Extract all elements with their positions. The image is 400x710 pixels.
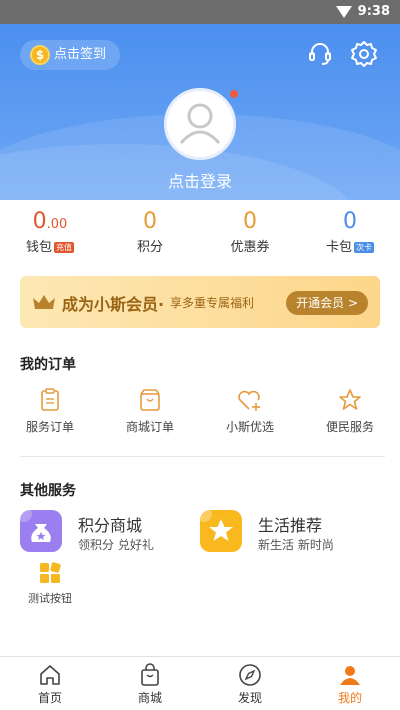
points-mall-desc: 领积分 兑好礼	[78, 538, 154, 552]
cards-label: 卡包	[325, 240, 352, 255]
test-button-label: 测试按钮	[28, 592, 72, 605]
grid-blocks-icon	[40, 562, 61, 583]
coin-icon: $	[30, 45, 50, 65]
tab-home-label: 首页	[37, 691, 62, 705]
xiaosi-select-item[interactable]: 小斯优选	[200, 388, 300, 438]
points-mall-service[interactable]: 积分商城 领积分 兑好礼	[16, 506, 190, 556]
convenience-service-label: 便民服务	[325, 420, 374, 434]
avatar[interactable]	[164, 88, 236, 160]
coupons-label: 优惠券	[230, 240, 270, 255]
life-recommend-name: 生活推荐	[258, 516, 323, 535]
heart-plus-icon	[238, 390, 260, 411]
service-order-icon	[41, 388, 59, 411]
star-outline-icon	[339, 389, 361, 410]
tab-mine[interactable]: 我的	[300, 657, 400, 710]
wallet-label: 钱包	[25, 240, 52, 255]
mall-orders-item[interactable]: 商城订单	[100, 388, 200, 438]
orders-section-title: 我的订单	[20, 357, 76, 373]
home-icon	[40, 665, 60, 685]
settings-gear-icon[interactable]	[350, 40, 378, 68]
tab-mall[interactable]: 商城	[100, 657, 200, 710]
tab-mall-label: 商城	[137, 691, 162, 705]
convenience-service-item[interactable]: 便民服务	[300, 388, 400, 438]
orders-grid: 服务订单 商城订单 小斯优选 便民服务	[0, 388, 400, 438]
services-section-title: 其他服务	[20, 483, 76, 499]
notification-dot	[230, 90, 238, 98]
open-membership-button[interactable]: 开通会员 >	[286, 291, 368, 315]
user-placeholder-icon	[179, 103, 221, 145]
membership-subtitle: 享多重专属福利	[170, 296, 255, 310]
person-icon	[340, 666, 360, 685]
stat-wallet[interactable]: 0.00 钱包 充值	[0, 200, 100, 262]
points-value: 0	[143, 209, 157, 234]
checkin-button[interactable]: $ 点击签到	[20, 40, 121, 70]
wallet-value: 0.00	[32, 209, 68, 234]
cards-value: 0	[343, 209, 357, 234]
recharge-badge[interactable]: 充值	[54, 242, 74, 253]
service-orders-label: 服务订单	[25, 420, 74, 434]
coupons-value: 0	[243, 209, 257, 234]
profile-header: $ 点击签到 点击登录	[0, 24, 400, 200]
membership-banner[interactable]: 成为小斯会员· 享多重专属福利 开通会员 >	[20, 276, 380, 328]
shopping-bag-icon	[141, 663, 159, 686]
mall-order-icon	[140, 389, 160, 411]
section-divider	[20, 456, 385, 457]
compass-icon	[239, 664, 261, 686]
wifi-icon	[336, 6, 352, 18]
status-time: 9:38	[357, 4, 390, 19]
test-button[interactable]: 测试按钮	[20, 562, 80, 606]
xiaosi-select-label: 小斯优选	[225, 420, 274, 434]
tab-mine-label: 我的	[337, 691, 362, 705]
times-card-badge: 次卡	[354, 242, 374, 253]
crown-icon	[33, 295, 55, 309]
customer-service-icon[interactable]	[306, 40, 334, 68]
life-recommend-service[interactable]: 生活推荐 新生活 新时尚	[196, 506, 380, 556]
status-bar: 9:38	[0, 0, 400, 24]
login-link[interactable]: 点击登录	[0, 168, 400, 192]
money-bag-icon	[16, 506, 62, 552]
points-mall-name: 积分商城	[78, 516, 143, 535]
mall-orders-label: 商城订单	[125, 420, 174, 434]
points-label: 积分	[136, 240, 163, 255]
tab-home[interactable]: 首页	[0, 657, 100, 710]
account-stats: 0.00 钱包 充值 0 积分 0 优惠券 0 卡包 次卡	[0, 200, 400, 262]
stat-coupons[interactable]: 0 优惠券	[200, 200, 300, 262]
checkin-label: 点击签到	[54, 47, 107, 62]
membership-title: 成为小斯会员·	[62, 295, 165, 314]
tab-discover[interactable]: 发现	[200, 657, 300, 710]
tab-discover-label: 发现	[237, 691, 262, 705]
star-badge-icon	[196, 506, 242, 552]
stat-points[interactable]: 0 积分	[100, 200, 200, 262]
stat-cards[interactable]: 0 卡包 次卡	[300, 200, 400, 262]
life-recommend-desc: 新生活 新时尚	[258, 538, 334, 552]
bottom-tab-bar: 首页 商城 发现 我的	[0, 656, 400, 710]
service-orders-item[interactable]: 服务订单	[0, 388, 100, 438]
